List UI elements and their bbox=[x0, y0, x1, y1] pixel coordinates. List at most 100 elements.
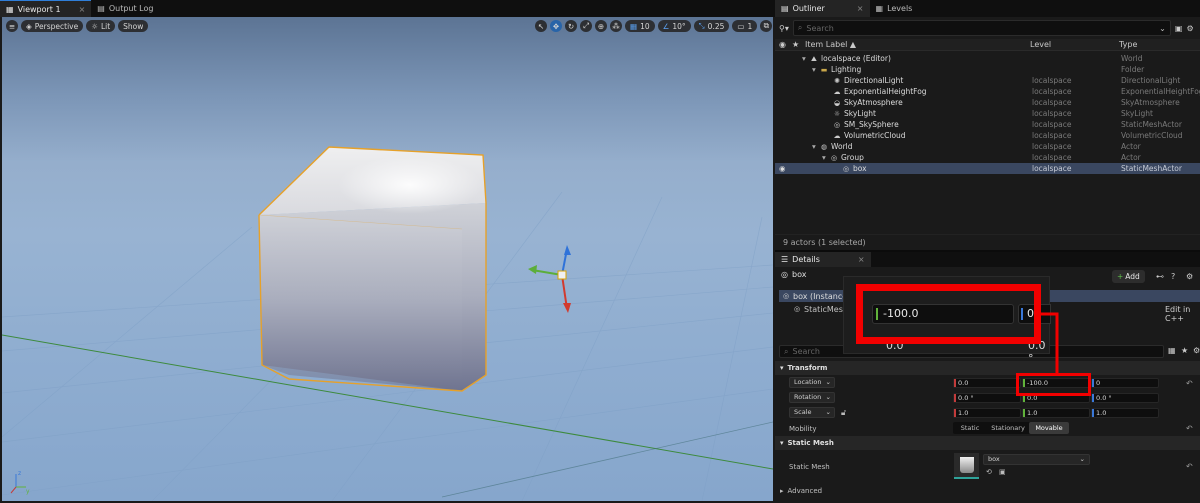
close-icon[interactable]: × bbox=[857, 4, 864, 13]
world-icon: ⛰ bbox=[811, 54, 817, 63]
rotation-z-field[interactable]: 0.0 ° bbox=[1091, 393, 1159, 403]
scale-dropdown[interactable]: Scale ⌄ bbox=[789, 407, 835, 418]
outliner-row-label-cell: ▾ ⛰ localspace (Editor) bbox=[775, 53, 1027, 64]
outliner-row[interactable]: ◎ SM_SkySphere localspace StaticMeshActor bbox=[775, 119, 1200, 130]
column-type[interactable]: Type bbox=[1119, 40, 1137, 49]
static-mesh-thumbnail[interactable] bbox=[954, 453, 979, 479]
outliner-row[interactable]: ▾ ◎ Group localspace Actor bbox=[775, 152, 1200, 163]
outliner-row-type: ExponentialHeightFog bbox=[1121, 87, 1200, 96]
pin-icon[interactable]: ★ bbox=[792, 40, 799, 49]
outliner-row[interactable]: ☼ SkyLight localspace SkyLight bbox=[775, 108, 1200, 119]
outliner-row[interactable]: ▾ ◍ World localspace Actor bbox=[775, 141, 1200, 152]
mobility-static[interactable]: Static bbox=[953, 422, 987, 434]
select-icon[interactable]: ↖ bbox=[535, 20, 547, 32]
outliner-row-label: Group bbox=[841, 153, 864, 162]
outliner-column-header: ◉ ★ Item Label ▲ Level Type bbox=[775, 39, 1200, 51]
chevron-right-icon: ▸ bbox=[780, 486, 784, 495]
static-mesh-dropdown[interactable]: box ⌄ bbox=[983, 454, 1090, 465]
reset-icon[interactable]: ↶ bbox=[1186, 379, 1193, 388]
scale-x-field[interactable]: 1.0 bbox=[953, 408, 1021, 418]
location-x-field[interactable]: 0.0 bbox=[953, 378, 1021, 388]
column-level[interactable]: Level bbox=[1030, 40, 1051, 49]
outliner-row-type: VolumetricCloud bbox=[1121, 131, 1183, 140]
expand-arrow-icon[interactable]: ▾ bbox=[802, 54, 810, 63]
outliner-search-row: ⚲▾ ⌕ Search ⌄ ▣ ⚙ bbox=[779, 20, 1196, 36]
search-icon: ⌕ bbox=[797, 23, 803, 32]
mobility-stationary[interactable]: Stationary bbox=[987, 422, 1029, 434]
hamburger-menu-icon[interactable]: ≡ bbox=[6, 20, 18, 32]
help-icon[interactable]: ? bbox=[1171, 272, 1175, 281]
tab-output-log[interactable]: ▤ Output Log bbox=[91, 0, 159, 17]
blueprint-icon[interactable]: ⊷ bbox=[1156, 272, 1164, 281]
folder-icon[interactable]: ▣ bbox=[999, 468, 1006, 476]
settings-icon[interactable]: ⚙ bbox=[1186, 24, 1193, 33]
mesh-icon: ◎ bbox=[833, 120, 841, 129]
mobility-movable[interactable]: Movable bbox=[1029, 422, 1069, 434]
world-space-icon[interactable]: ⊕ bbox=[595, 20, 607, 32]
close-icon[interactable]: × bbox=[79, 5, 86, 14]
edit-in-cpp-link[interactable]: Edit in C++ bbox=[1165, 305, 1200, 323]
close-icon[interactable]: × bbox=[858, 255, 865, 264]
translate-icon[interactable]: ✥ bbox=[550, 20, 562, 32]
reset-icon[interactable]: ↶ bbox=[1186, 462, 1193, 471]
grid-snap-button[interactable]: ▦ 10 bbox=[625, 20, 655, 32]
outliner-row[interactable]: ✺ DirectionalLight localspace DirectionalLi… bbox=[775, 75, 1200, 86]
filter-icon[interactable]: ⚲▾ bbox=[779, 24, 789, 33]
outliner-row-label-cell: ☁ ExponentialHeightFog bbox=[775, 86, 1027, 97]
outliner-row[interactable]: ▾ ⛰ localspace (Editor) World bbox=[775, 53, 1200, 64]
grid-view-icon[interactable]: ▦ bbox=[1168, 346, 1176, 355]
section-transform[interactable]: ▾ Transform bbox=[775, 361, 1200, 375]
lit-button[interactable]: ☼ Lit bbox=[86, 20, 116, 32]
tab-details[interactable]: ☰ Details × bbox=[775, 252, 871, 267]
add-component-button[interactable]: + Add bbox=[1112, 270, 1145, 283]
location-label: Location bbox=[794, 378, 822, 386]
outliner-row[interactable]: ◉ ◎ box localspace StaticMeshActor bbox=[775, 163, 1200, 174]
expand-arrow-icon[interactable]: ▾ bbox=[812, 65, 820, 74]
favorite-icon[interactable]: ★ bbox=[1181, 346, 1188, 355]
tab-outliner-label: Outliner bbox=[792, 4, 825, 13]
show-button[interactable]: Show bbox=[118, 20, 149, 32]
visibility-icon[interactable]: ◉ bbox=[779, 164, 786, 173]
location-z-field[interactable]: 0 bbox=[1091, 378, 1159, 388]
scale-z-field[interactable]: 1.0 bbox=[1091, 408, 1159, 418]
location-dropdown[interactable]: Location ⌄ bbox=[789, 377, 835, 388]
visibility-icon[interactable]: ◉ bbox=[779, 40, 786, 49]
reset-icon[interactable]: ↶ bbox=[1186, 424, 1193, 433]
maximize-icon[interactable]: ⧉ bbox=[760, 20, 773, 32]
outliner-icon: ▤ bbox=[781, 4, 789, 13]
outliner-search-input[interactable]: ⌕ Search ⌄ bbox=[792, 20, 1171, 36]
expand-arrow-icon[interactable]: ▾ bbox=[812, 142, 820, 151]
rotation-dropdown[interactable]: Rotation ⌄ bbox=[789, 392, 835, 403]
level-viewport[interactable]: z y ≡ ◈ Perspective ☼ Lit Show ↖ ✥ ↻ ⤢ ⊕ ⁂… bbox=[2, 17, 773, 501]
transform-gizmo[interactable] bbox=[528, 245, 571, 313]
expand-arrow-icon[interactable]: ▾ bbox=[822, 153, 830, 162]
component-instance-label: box (Instance) bbox=[793, 291, 851, 301]
section-advanced[interactable]: ▸ Advanced bbox=[775, 484, 1200, 497]
outliner-row-type: Folder bbox=[1121, 65, 1145, 74]
section-static-mesh[interactable]: ▾ Static Mesh bbox=[775, 436, 1200, 450]
column-item-label[interactable]: Item Label ▲ bbox=[805, 40, 856, 49]
rotation-x-field[interactable]: 0.0 ° bbox=[953, 393, 1021, 403]
camera-speed-button[interactable]: ▭ 1 bbox=[732, 20, 758, 32]
perspective-button[interactable]: ◈ Perspective bbox=[21, 20, 84, 32]
rotation-snap-button[interactable]: ∠ 10° bbox=[657, 20, 691, 32]
settings-icon[interactable]: ⚙ bbox=[1186, 272, 1193, 281]
outliner-row[interactable]: ▾ ▬ Lighting Folder bbox=[775, 64, 1200, 75]
rotate-icon[interactable]: ↻ bbox=[565, 20, 577, 32]
outliner-row[interactable]: ☁ VolumetricCloud localspace VolumetricClou… bbox=[775, 130, 1200, 141]
settings-icon[interactable]: ⚙ bbox=[1193, 346, 1200, 355]
outliner-row[interactable]: ☁ ExponentialHeightFog localspace Exponenti… bbox=[775, 86, 1200, 97]
lock-icon[interactable]: 🔓︎ bbox=[841, 408, 846, 418]
outliner-row[interactable]: ◒ SkyAtmosphere localspace SkyAtmosphere bbox=[775, 97, 1200, 108]
add-folder-icon[interactable]: ▣ bbox=[1175, 24, 1183, 33]
tab-viewport-1[interactable]: ▦ Viewport 1 × bbox=[0, 0, 92, 17]
outliner-row-type: StaticMeshActor bbox=[1121, 164, 1182, 173]
scale-icon[interactable]: ⤢ bbox=[580, 20, 592, 32]
scale-snap-button[interactable]: ⤡ 0.25 bbox=[693, 20, 730, 32]
tab-outliner[interactable]: ▤ Outliner × bbox=[775, 0, 870, 17]
tab-levels[interactable]: ▦ Levels bbox=[870, 0, 919, 17]
browse-icon[interactable]: ⟲ bbox=[986, 468, 992, 476]
search-icon: ⌕ bbox=[784, 346, 789, 356]
surface-snap-icon[interactable]: ⁂ bbox=[610, 20, 622, 32]
scale-y-field[interactable]: 1.0 bbox=[1022, 408, 1090, 418]
